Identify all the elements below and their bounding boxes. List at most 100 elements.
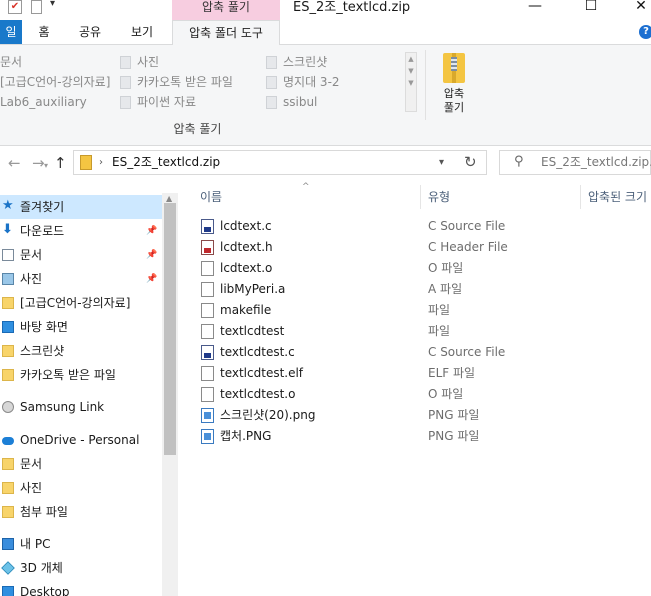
image-file-icon (201, 429, 214, 444)
sidebar-item[interactable]: ★ 즐겨찾기 (0, 195, 162, 219)
up-arrow-icon[interactable]: ↑ (54, 151, 67, 175)
sidebar-item[interactable]: Samsung Link (0, 395, 162, 419)
file-row[interactable]: lcdtext.h C Header File (192, 237, 651, 258)
destination-item[interactable]: 스크린샷 (266, 52, 327, 72)
scroll-thumb[interactable] (164, 203, 176, 455)
destination-item[interactable]: 카카오톡 받은 파일 (120, 72, 233, 92)
destination-item[interactable]: Lab6_auxiliary (0, 92, 87, 112)
column-divider[interactable] (580, 185, 581, 209)
file-row[interactable]: libMyPeri.a A 파일 (192, 279, 651, 300)
forward-arrow-icon[interactable]: → (32, 151, 45, 175)
back-arrow-icon[interactable]: ← (8, 151, 21, 175)
destination-label: 명지대 3-2 (283, 75, 340, 89)
tab-compressed-folder-tools[interactable]: 압축 폴더 도구 (172, 20, 280, 45)
file-type: C Source File (428, 219, 506, 233)
tab-share[interactable]: 공유 (72, 20, 108, 44)
sidebar-item[interactable]: 문서 (0, 452, 162, 476)
tab-home[interactable]: 홈 (30, 20, 58, 44)
recent-dropdown-icon[interactable]: ▾ (44, 154, 48, 178)
sidebar-item[interactable]: 스크린샷 (0, 339, 162, 363)
file-row[interactable]: 스크린샷(20).png PNG 파일 (192, 405, 651, 426)
scroll-down-icon[interactable]: ▼ (406, 65, 416, 77)
sidebar-item[interactable]: 내 PC (0, 532, 162, 556)
document-icon (2, 249, 14, 261)
minimize-button[interactable]: — (520, 0, 550, 20)
file-row[interactable]: lcdtext.o O 파일 (192, 258, 651, 279)
breadcrumb-chevron-icon[interactable]: › (99, 151, 103, 174)
checkmark-icon[interactable]: ✔ (8, 0, 22, 14)
pin-icon[interactable]: 📌 (146, 243, 157, 267)
tab-file[interactable]: 일 (0, 20, 22, 44)
extract-all-label: 압축 (443, 87, 465, 100)
file-icon (201, 261, 214, 276)
pin-icon[interactable]: 📌 (146, 219, 157, 243)
destination-item[interactable]: 문서 (0, 52, 22, 72)
file-row[interactable]: 캡처.PNG PNG 파일 (192, 426, 651, 447)
help-icon[interactable]: ? (639, 25, 651, 39)
file-icon (201, 366, 214, 381)
address-dropdown-icon[interactable]: ▾ (439, 151, 444, 174)
destination-item[interactable]: 파이썬 자료 (120, 92, 196, 112)
sidebar-item[interactable]: 문서 📌 (0, 243, 162, 267)
file-row[interactable]: textlcdtest 파일 (192, 321, 651, 342)
sidebar-item[interactable]: [고급C언어-강의자료] (0, 291, 162, 315)
toolbar-dropdown-icon[interactable]: ▾ (50, 0, 55, 9)
folder-icon (2, 482, 14, 494)
destination-item[interactable]: 사진 (120, 52, 159, 72)
destinations-scrollbar[interactable]: ▲ ▼ ▼ (405, 52, 417, 112)
extract-all-button[interactable]: 압축 풀기 (436, 51, 472, 121)
sidebar-item[interactable]: 바탕 화면 (0, 315, 162, 339)
column-header-type[interactable]: 유형 (428, 185, 450, 209)
navigation-pane-scrollbar[interactable]: ▲ (162, 193, 178, 596)
column-header-compressed-size[interactable]: 압축된 크기 (588, 185, 647, 209)
address-path[interactable]: ES_2조_textlcd.zip (112, 151, 220, 174)
folder-icon (266, 76, 277, 89)
maximize-button[interactable]: ☐ (576, 0, 606, 20)
destination-item[interactable]: ssibul (266, 92, 317, 112)
file-row[interactable]: lcdtext.c C Source File (192, 216, 651, 237)
sidebar-item[interactable]: Desktop (0, 580, 162, 596)
cloud-icon (2, 437, 14, 445)
sidebar-item[interactable]: 3D 개체 (0, 556, 162, 580)
3d-object-icon (1, 561, 15, 575)
address-bar[interactable]: › ES_2조_textlcd.zip ▾ ↻ (73, 150, 487, 175)
search-input[interactable]: ES_2조_textlcd.zip... (541, 151, 651, 174)
context-header-label: 압축 풀기 (202, 0, 250, 14)
file-row[interactable]: textlcdtest.o O 파일 (192, 384, 651, 405)
file-name: textlcdtest.o (220, 387, 296, 401)
file-name: lcdtext.c (220, 219, 272, 233)
sidebar-item[interactable]: 사진 (0, 476, 162, 500)
ribbon-group-label: 압축 풀기 (173, 122, 222, 136)
file-row[interactable]: textlcdtest.elf ELF 파일 (192, 363, 651, 384)
close-button[interactable]: ✕ (626, 0, 651, 20)
column-divider[interactable] (420, 185, 421, 209)
sidebar-item-label: 사진 (20, 481, 43, 495)
more-icon[interactable]: ▼ (406, 77, 416, 89)
scroll-up-icon[interactable]: ▲ (406, 53, 416, 65)
destination-label: 사진 (137, 55, 160, 69)
sidebar-item[interactable]: OneDrive - Personal (0, 428, 162, 452)
scroll-up-icon[interactable]: ▲ (166, 194, 172, 203)
destination-item[interactable]: [고급C언어-강의자료] (0, 72, 110, 92)
column-header-name[interactable]: 이름 (200, 185, 222, 209)
sidebar-item[interactable]: 사진 📌 (0, 267, 162, 291)
destination-item[interactable]: 명지대 3-2 (266, 72, 340, 92)
quick-access-toolbar[interactable]: ✔ ▾ (0, 0, 70, 20)
sidebar-item[interactable]: 첨부 파일 (0, 500, 162, 524)
file-row[interactable]: textlcdtest.c C Source File (192, 342, 651, 363)
blank-file-icon[interactable] (31, 0, 42, 14)
tab-view[interactable]: 보기 (124, 20, 160, 44)
file-name: makefile (220, 303, 272, 317)
file-row[interactable]: makefile 파일 (192, 300, 651, 321)
search-box[interactable]: ⚲ ES_2조_textlcd.zip... (499, 150, 651, 175)
ribbon-divider (425, 50, 426, 120)
folder-icon (266, 96, 277, 109)
pin-icon[interactable]: 📌 (146, 267, 157, 291)
sidebar-item[interactable]: ⬇ 다운로드 📌 (0, 219, 162, 243)
sidebar-item[interactable]: 카카오톡 받은 파일 (0, 363, 162, 387)
picture-icon (120, 56, 131, 69)
refresh-icon[interactable]: ↻ (464, 151, 477, 174)
file-icon (201, 303, 214, 318)
sidebar-item-label: 카카오톡 받은 파일 (20, 368, 116, 382)
destination-label: [고급C언어-강의자료] (0, 75, 111, 89)
